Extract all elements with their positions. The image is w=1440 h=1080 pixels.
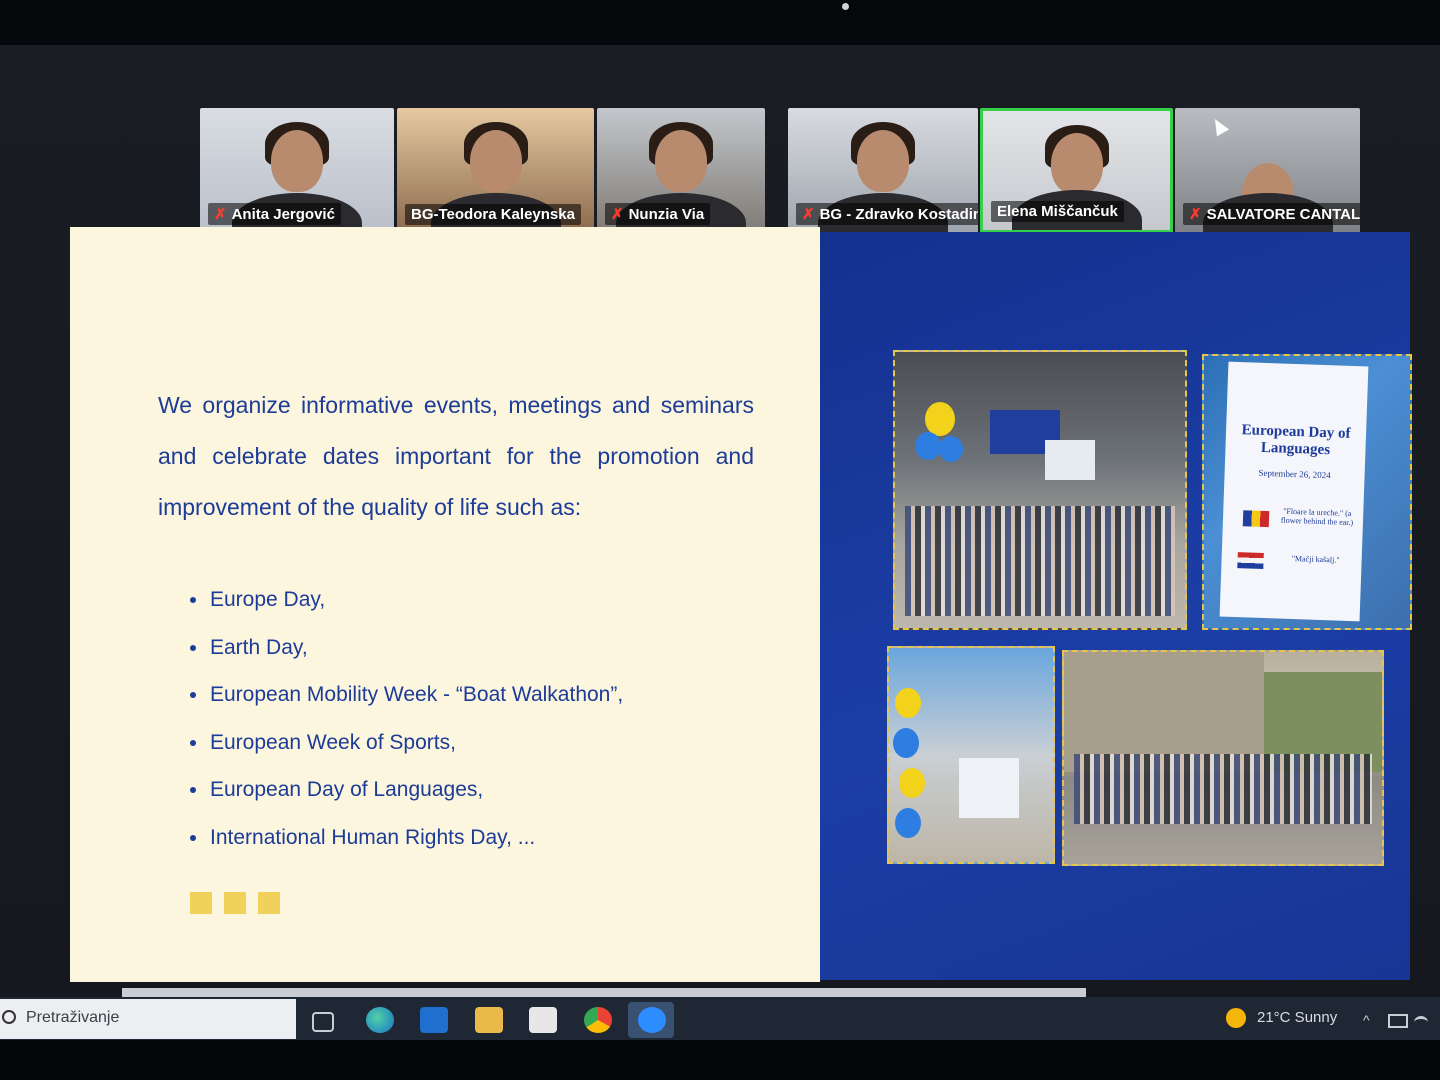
mic-muted-icon: ✗ <box>802 206 815 223</box>
balloon-icon <box>899 768 925 798</box>
sun-icon <box>1226 1008 1246 1028</box>
bullet-dot-icon <box>190 834 196 841</box>
bullet-item: Europe Day, <box>190 580 623 628</box>
photo-european-day-of-languages-flyer: European Day of Languages September 26, … <box>1202 354 1412 630</box>
photo-info-stand <box>887 646 1055 864</box>
participant-name-label: ✗ Anita Jergović <box>208 203 341 225</box>
participant-name-label: BG-Teodora Kaleynska <box>405 204 581 225</box>
mic-muted-icon: ✗ <box>611 206 624 223</box>
monitor-bezel-bottom <box>0 1040 1440 1080</box>
flyer-quote: "Floare la ureche." (a flower behind the… <box>1280 506 1354 528</box>
romania-flag-icon <box>1242 510 1270 528</box>
file-explorer-icon[interactable] <box>475 1007 503 1033</box>
bullet-item: Earth Day, <box>190 628 623 676</box>
bullet-dot-icon <box>190 597 196 604</box>
bullet-dot-icon <box>190 787 196 794</box>
balloon-icon <box>925 402 955 436</box>
webcam-light <box>842 3 849 10</box>
flyer-title: European Day of Languages <box>1241 422 1351 459</box>
participant-tile-6[interactable]: ✗SALVATORE CANTALIN... <box>1175 108 1360 233</box>
balloon-icon <box>915 432 941 460</box>
bullet-dot-icon <box>190 692 196 699</box>
edge-icon[interactable] <box>366 1007 394 1033</box>
bullet-item: European Mobility Week - “Boat Walkathon… <box>190 675 623 723</box>
zoom-icon[interactable] <box>638 1007 666 1033</box>
participant-name-label: ✗SALVATORE CANTALIN... <box>1183 203 1360 225</box>
participant-tile-2[interactable]: BG-Teodora Kaleynska <box>397 108 594 233</box>
mic-muted-icon: ✗ <box>214 206 227 223</box>
bullet-dot-icon <box>190 739 196 746</box>
balloon-icon <box>895 808 921 838</box>
poster <box>1045 440 1095 480</box>
participant-face <box>1050 133 1103 195</box>
flyer-date: September 26, 2024 <box>1258 467 1331 481</box>
battery-icon[interactable] <box>1388 1014 1408 1028</box>
participant-face <box>271 130 323 192</box>
flyer: European Day of Languages September 26, … <box>1219 361 1369 622</box>
slide-bullet-list: Europe Day, Earth Day, European Mobility… <box>190 580 623 865</box>
bullet-item: European Day of Languages, <box>190 770 623 818</box>
participant-tile-5-active-speaker[interactable]: Elena Miščančuk <box>980 108 1173 233</box>
crowd-walking <box>1074 754 1372 824</box>
balloon-icon <box>895 688 921 718</box>
photo-walkathon-street <box>1062 650 1384 866</box>
participant-tile-3[interactable]: ✗ Nunzia Via <box>597 108 765 233</box>
participant-face <box>857 130 909 192</box>
crowd-of-children <box>905 506 1175 616</box>
monitor-bezel-top <box>0 0 1440 45</box>
participant-tile-4[interactable]: ✗ BG - Zdravko Kostadin... <box>788 108 978 233</box>
croatia-flag-icon <box>1237 552 1264 569</box>
chrome-icon[interactable] <box>584 1007 612 1033</box>
participant-name-label: ✗ Nunzia Via <box>605 203 711 225</box>
decorative-squares <box>190 892 292 919</box>
participant-name-label: ✗ BG - Zdravko Kostadin... <box>796 203 978 225</box>
participant-face <box>655 130 707 192</box>
search-placeholder[interactable]: Pretraživanje <box>26 1009 119 1027</box>
weather-widget[interactable]: 21°C Sunny <box>1257 1009 1337 1026</box>
participant-face <box>469 130 522 192</box>
flyer-quote: "Mačji kašalj." <box>1291 553 1340 565</box>
chevron-up-icon[interactable]: ^ <box>1363 1012 1370 1028</box>
store-icon[interactable] <box>529 1007 557 1033</box>
task-view-icon[interactable] <box>312 1012 334 1032</box>
participant-name-label: Elena Miščančuk <box>991 201 1124 222</box>
outlook-icon[interactable] <box>420 1007 448 1033</box>
balloon-icon <box>939 436 963 462</box>
search-icon[interactable] <box>2 1010 16 1024</box>
bullet-dot-icon <box>190 644 196 651</box>
mic-muted-icon: ✗ <box>1189 206 1202 223</box>
info-stand <box>959 758 1019 818</box>
photo-group-europe-day <box>893 350 1187 630</box>
slide-paragraph: We organize informative events, meetings… <box>158 392 754 520</box>
balloon-icon <box>893 728 919 758</box>
bullet-item: European Week of Sports, <box>190 723 623 771</box>
participant-tile-1[interactable]: ✗ Anita Jergović <box>200 108 394 233</box>
wifi-icon[interactable] <box>1414 1016 1428 1029</box>
bullet-item: International Human Rights Day, ... <box>190 818 623 866</box>
